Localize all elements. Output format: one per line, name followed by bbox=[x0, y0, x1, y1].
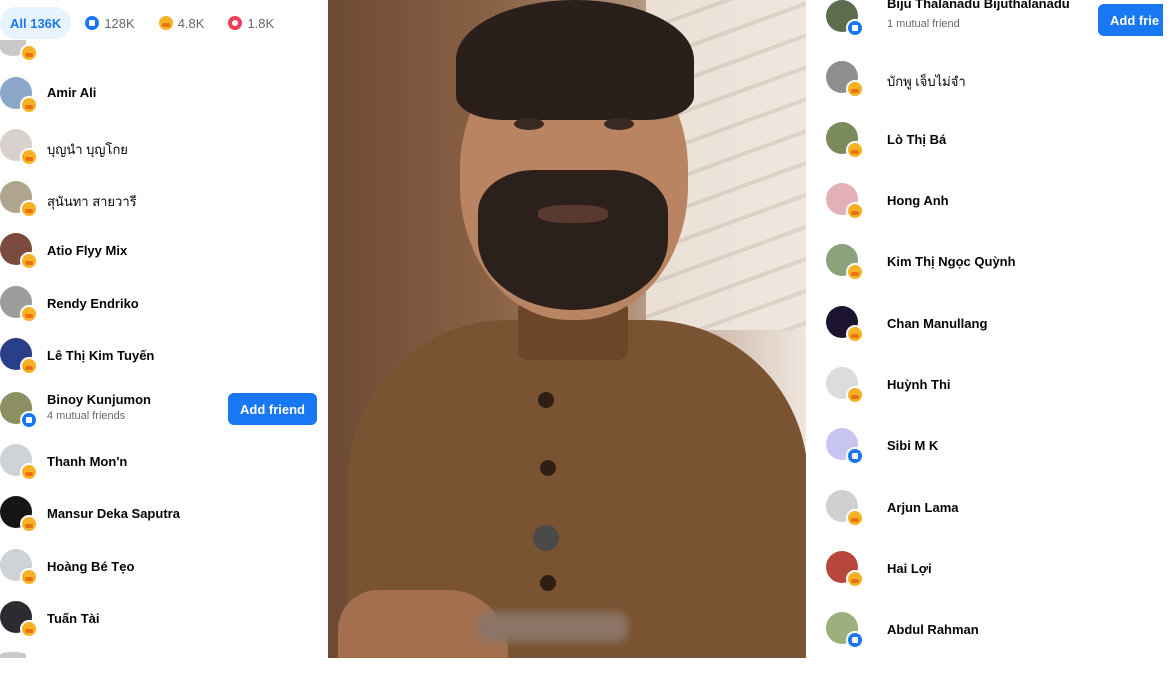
mutual-friends: 4 mutual friends bbox=[47, 410, 126, 422]
person-eye bbox=[514, 118, 544, 130]
list-item[interactable]: Biju Thalanadu Bijuthalanadu 1 mutual fr… bbox=[806, 0, 1175, 40]
kurta-button bbox=[540, 575, 556, 591]
list-item[interactable]: Mansur Deka Saputra bbox=[0, 492, 328, 536]
kurta-button bbox=[540, 460, 556, 476]
care-reaction-icon bbox=[20, 463, 38, 481]
care-reaction-icon bbox=[20, 96, 38, 114]
person-name[interactable]: Amir Ali bbox=[47, 85, 96, 100]
person-name[interactable]: Abdul Rahman bbox=[887, 622, 979, 637]
person-name[interactable]: Biju Thalanadu Bijuthalanadu bbox=[887, 0, 1070, 11]
list-item[interactable]: Arjun Lama bbox=[806, 486, 1175, 530]
care-reaction-icon bbox=[846, 202, 864, 220]
avatar[interactable] bbox=[0, 652, 26, 658]
tab-love[interactable]: 1.8K bbox=[218, 7, 284, 39]
kurta-button bbox=[538, 392, 554, 408]
person-name[interactable]: Thanh Mon'n bbox=[47, 454, 127, 469]
care-reaction-icon bbox=[846, 80, 864, 98]
care-reaction-icon bbox=[20, 515, 38, 533]
tab-like[interactable]: 128K bbox=[75, 7, 144, 39]
care-reaction-icon bbox=[846, 386, 864, 404]
like-icon bbox=[85, 16, 100, 30]
list-item[interactable]: Abdul Rahman bbox=[806, 608, 1175, 652]
list-item[interactable]: Chan Manullang bbox=[806, 302, 1175, 346]
list-item[interactable]: Lê Thị Kim Tuyến bbox=[0, 334, 328, 378]
care-reaction-icon bbox=[20, 568, 38, 586]
blurred-object bbox=[478, 612, 628, 642]
tab-care-label: 4.8K bbox=[177, 15, 205, 31]
care-reaction-icon bbox=[846, 141, 864, 159]
tab-all[interactable]: All 136K bbox=[0, 7, 72, 39]
person-name[interactable]: Kim Thị Ngọc Quỳnh bbox=[887, 254, 1016, 269]
person-name[interactable]: Arjun Lama bbox=[887, 500, 959, 515]
like-reaction-icon bbox=[20, 411, 38, 429]
video-frame[interactable] bbox=[328, 0, 806, 658]
person-name[interactable]: Sibi M K bbox=[887, 438, 938, 453]
care-reaction-icon bbox=[20, 620, 38, 638]
care-reaction-icon bbox=[20, 200, 38, 218]
person-name[interactable]: Chan Manullang bbox=[887, 316, 987, 331]
list-item[interactable]: สุนันทา สายวารี bbox=[0, 177, 328, 221]
care-reaction-icon bbox=[20, 44, 38, 62]
care-reaction-icon bbox=[20, 148, 38, 166]
tab-care[interactable]: 4.8K bbox=[149, 7, 215, 39]
care-reaction-icon bbox=[20, 252, 38, 270]
list-item[interactable]: บุญนำ บุญโกย bbox=[0, 125, 328, 169]
microphone bbox=[533, 525, 559, 551]
list-item[interactable]: Hoàng Bé Tẹo bbox=[0, 545, 328, 589]
list-item[interactable]: Sibi M K bbox=[806, 424, 1175, 468]
love-icon bbox=[228, 16, 243, 30]
list-item[interactable]: Rendy Endriko bbox=[0, 282, 328, 326]
person-name[interactable]: Huỳnh Thi bbox=[887, 377, 951, 392]
reactions-panel-right: Biju Thalanadu Bijuthalanadu 1 mutual fr… bbox=[806, 0, 1175, 658]
person-name[interactable]: Hong Anh bbox=[887, 193, 949, 208]
like-reaction-icon bbox=[846, 631, 864, 649]
list-item[interactable]: Lò Thị Bá bbox=[806, 118, 1175, 162]
list-item[interactable]: Binoy Kunjumon 4 mutual friends Add frie… bbox=[0, 388, 328, 432]
list-item[interactable]: Amir Ali bbox=[0, 71, 328, 115]
care-reaction-icon bbox=[846, 325, 864, 343]
list-item[interactable]: Thanh Mon'n bbox=[0, 440, 328, 484]
person-name[interactable]: Atio Flyy Mix bbox=[47, 243, 127, 258]
list-item[interactable]: Huỳnh Thi bbox=[806, 363, 1175, 407]
reactions-panel-left: All 136K 128K 4.8K 1.8K Amir Ali บุญนำ บ… bbox=[0, 0, 328, 658]
person-name[interactable]: บุญนำ บุญโกย bbox=[47, 139, 128, 160]
reaction-tabs: All 136K 128K 4.8K 1.8K bbox=[0, 6, 284, 40]
person-hair bbox=[456, 0, 694, 120]
list-item[interactable]: Hai Lợi bbox=[806, 547, 1175, 591]
like-reaction-icon bbox=[846, 447, 864, 465]
tab-love-label: 1.8K bbox=[247, 15, 275, 31]
tab-all-label: All 136K bbox=[10, 15, 62, 31]
person-name[interactable]: Hai Lợi bbox=[887, 561, 932, 576]
care-reaction-icon bbox=[846, 263, 864, 281]
person-name[interactable]: Mansur Deka Saputra bbox=[47, 506, 180, 521]
person-name[interactable]: Tuấn Tài bbox=[47, 611, 99, 626]
like-reaction-icon bbox=[846, 19, 864, 37]
person-beard bbox=[478, 170, 668, 310]
care-reaction-icon bbox=[846, 509, 864, 527]
person-name[interactable]: บักพู เจ็บไม่จำ bbox=[887, 71, 966, 92]
tab-like-label: 128K bbox=[104, 15, 135, 31]
care-reaction-icon bbox=[846, 570, 864, 588]
person-name[interactable]: Rendy Endriko bbox=[47, 296, 139, 311]
person-eye bbox=[604, 118, 634, 130]
add-friend-button[interactable]: Add friend bbox=[228, 393, 317, 425]
list-item[interactable]: บักพู เจ็บไม่จำ bbox=[806, 57, 1175, 101]
mutual-friends: 1 mutual friend bbox=[887, 18, 960, 30]
list-item[interactable]: Atio Flyy Mix bbox=[0, 229, 328, 273]
list-item[interactable]: Kim Thị Ngọc Quỳnh bbox=[806, 240, 1175, 284]
care-icon bbox=[158, 16, 173, 30]
person-name[interactable]: Binoy Kunjumon bbox=[47, 392, 151, 407]
person-name[interactable]: Lò Thị Bá bbox=[887, 132, 946, 147]
care-reaction-icon bbox=[20, 357, 38, 375]
person-name[interactable]: สุนันทา สายวารี bbox=[47, 191, 137, 212]
list-item[interactable]: Hong Anh bbox=[806, 179, 1175, 223]
person-mouth bbox=[538, 205, 608, 223]
add-friend-button[interactable]: Add frie bbox=[1098, 4, 1164, 36]
person-name[interactable]: Hoàng Bé Tẹo bbox=[47, 559, 134, 574]
care-reaction-icon bbox=[20, 305, 38, 323]
list-item[interactable]: Tuấn Tài bbox=[0, 597, 328, 641]
person-name[interactable]: Lê Thị Kim Tuyến bbox=[47, 348, 154, 363]
